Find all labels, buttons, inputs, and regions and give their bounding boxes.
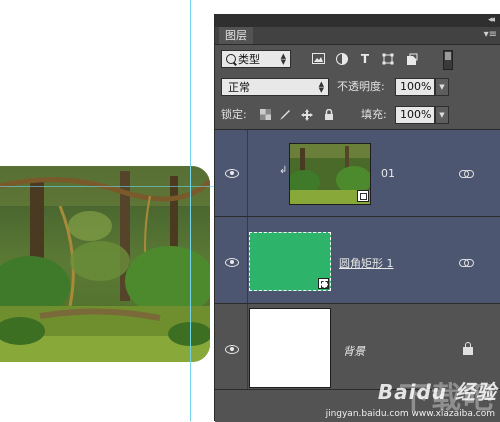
lock-icon [463, 342, 473, 356]
watermark-baidu-logo: Baidu 经验 [377, 380, 497, 404]
select-arrows-icon: ▲ ▼ [318, 80, 324, 94]
layer-row-01[interactable]: ↲ 01 [215, 130, 500, 217]
adjustment-filter-icon[interactable] [335, 53, 349, 66]
vertical-guide-line [190, 0, 191, 421]
link-icon[interactable] [459, 259, 474, 267]
layer-name-01[interactable]: 01 [381, 167, 395, 180]
select-arrows-icon: ▲ ▼ [280, 52, 286, 66]
lock-bar: 锁定: 填充: 100% ▼ [215, 103, 500, 127]
layer-row-rounded-rect[interactable]: 圆角矩形 1 [215, 217, 500, 304]
layer-name-rounded-rect[interactable]: 圆角矩形 1 [339, 255, 394, 271]
jungle-scene-graphic [0, 166, 210, 362]
eye-icon[interactable] [221, 255, 241, 269]
jungle-image-rounded [0, 166, 210, 362]
lock-transparent-pixels-icon[interactable] [259, 109, 271, 121]
layers-panel: ◂◂ 图层 ▾≡ 类型 ▲ ▼ T 正常 ▲ ▼ 不透明度: 100% ▼ 锁定… [214, 14, 500, 422]
lock-all-icon[interactable] [323, 108, 335, 121]
opacity-field[interactable]: 100% [395, 78, 435, 96]
layer-thumbnail-background[interactable] [249, 308, 331, 388]
blend-mode-label: 正常 [228, 81, 250, 94]
eye-icon[interactable] [221, 166, 241, 180]
link-icon[interactable] [459, 170, 474, 178]
opacity-dropdown-button[interactable]: ▼ [435, 78, 449, 96]
watermark-url: jingyan.baidu.com www.xiazaiba.com [325, 409, 495, 419]
horizontal-guide-line [0, 186, 214, 187]
collapse-panel-icon[interactable]: ◂◂ [488, 15, 495, 26]
panel-tab-bar: 图层 ▾≡ [215, 27, 500, 45]
eye-icon[interactable] [221, 342, 241, 356]
panel-title-bar: ◂◂ [215, 14, 500, 27]
blend-mode-select[interactable]: 正常 ▲ ▼ [221, 78, 329, 96]
image-filter-icon[interactable] [311, 53, 325, 66]
filter-kind-label: 类型 [238, 53, 260, 66]
lock-image-pixels-icon[interactable] [279, 109, 291, 121]
filter-kind-select[interactable]: 类型 ▲ ▼ [221, 50, 291, 68]
smart-object-filter-icon[interactable] [405, 53, 419, 66]
fill-field[interactable]: 100% [395, 106, 435, 124]
fill-label: 填充: [361, 108, 387, 121]
visibility-column [215, 304, 248, 389]
layer-filter-bar: 类型 ▲ ▼ T [215, 47, 500, 71]
clipping-mask-arrow-icon: ↲ [279, 165, 288, 176]
filter-toggle-switch[interactable] [443, 50, 453, 70]
visibility-column [215, 217, 248, 303]
fill-dropdown-button[interactable]: ▼ [435, 106, 449, 124]
search-icon [226, 54, 236, 64]
vector-mask-badge-icon [318, 278, 329, 289]
opacity-label: 不透明度: [337, 80, 385, 93]
smart-object-badge-icon [357, 190, 369, 202]
lock-label: 锁定: [221, 108, 247, 121]
document-canvas[interactable] [0, 0, 214, 421]
layer-name-background[interactable]: 背景 [343, 343, 365, 359]
visibility-column [215, 130, 248, 216]
panel-menu-icon[interactable]: ▾≡ [484, 28, 497, 42]
lock-position-icon[interactable] [301, 109, 313, 121]
shape-filter-icon[interactable] [381, 53, 395, 66]
type-filter-icon[interactable]: T [358, 53, 372, 66]
tab-layers[interactable]: 图层 [219, 27, 253, 44]
blend-bar: 正常 ▲ ▼ 不透明度: 100% ▼ [215, 75, 500, 99]
